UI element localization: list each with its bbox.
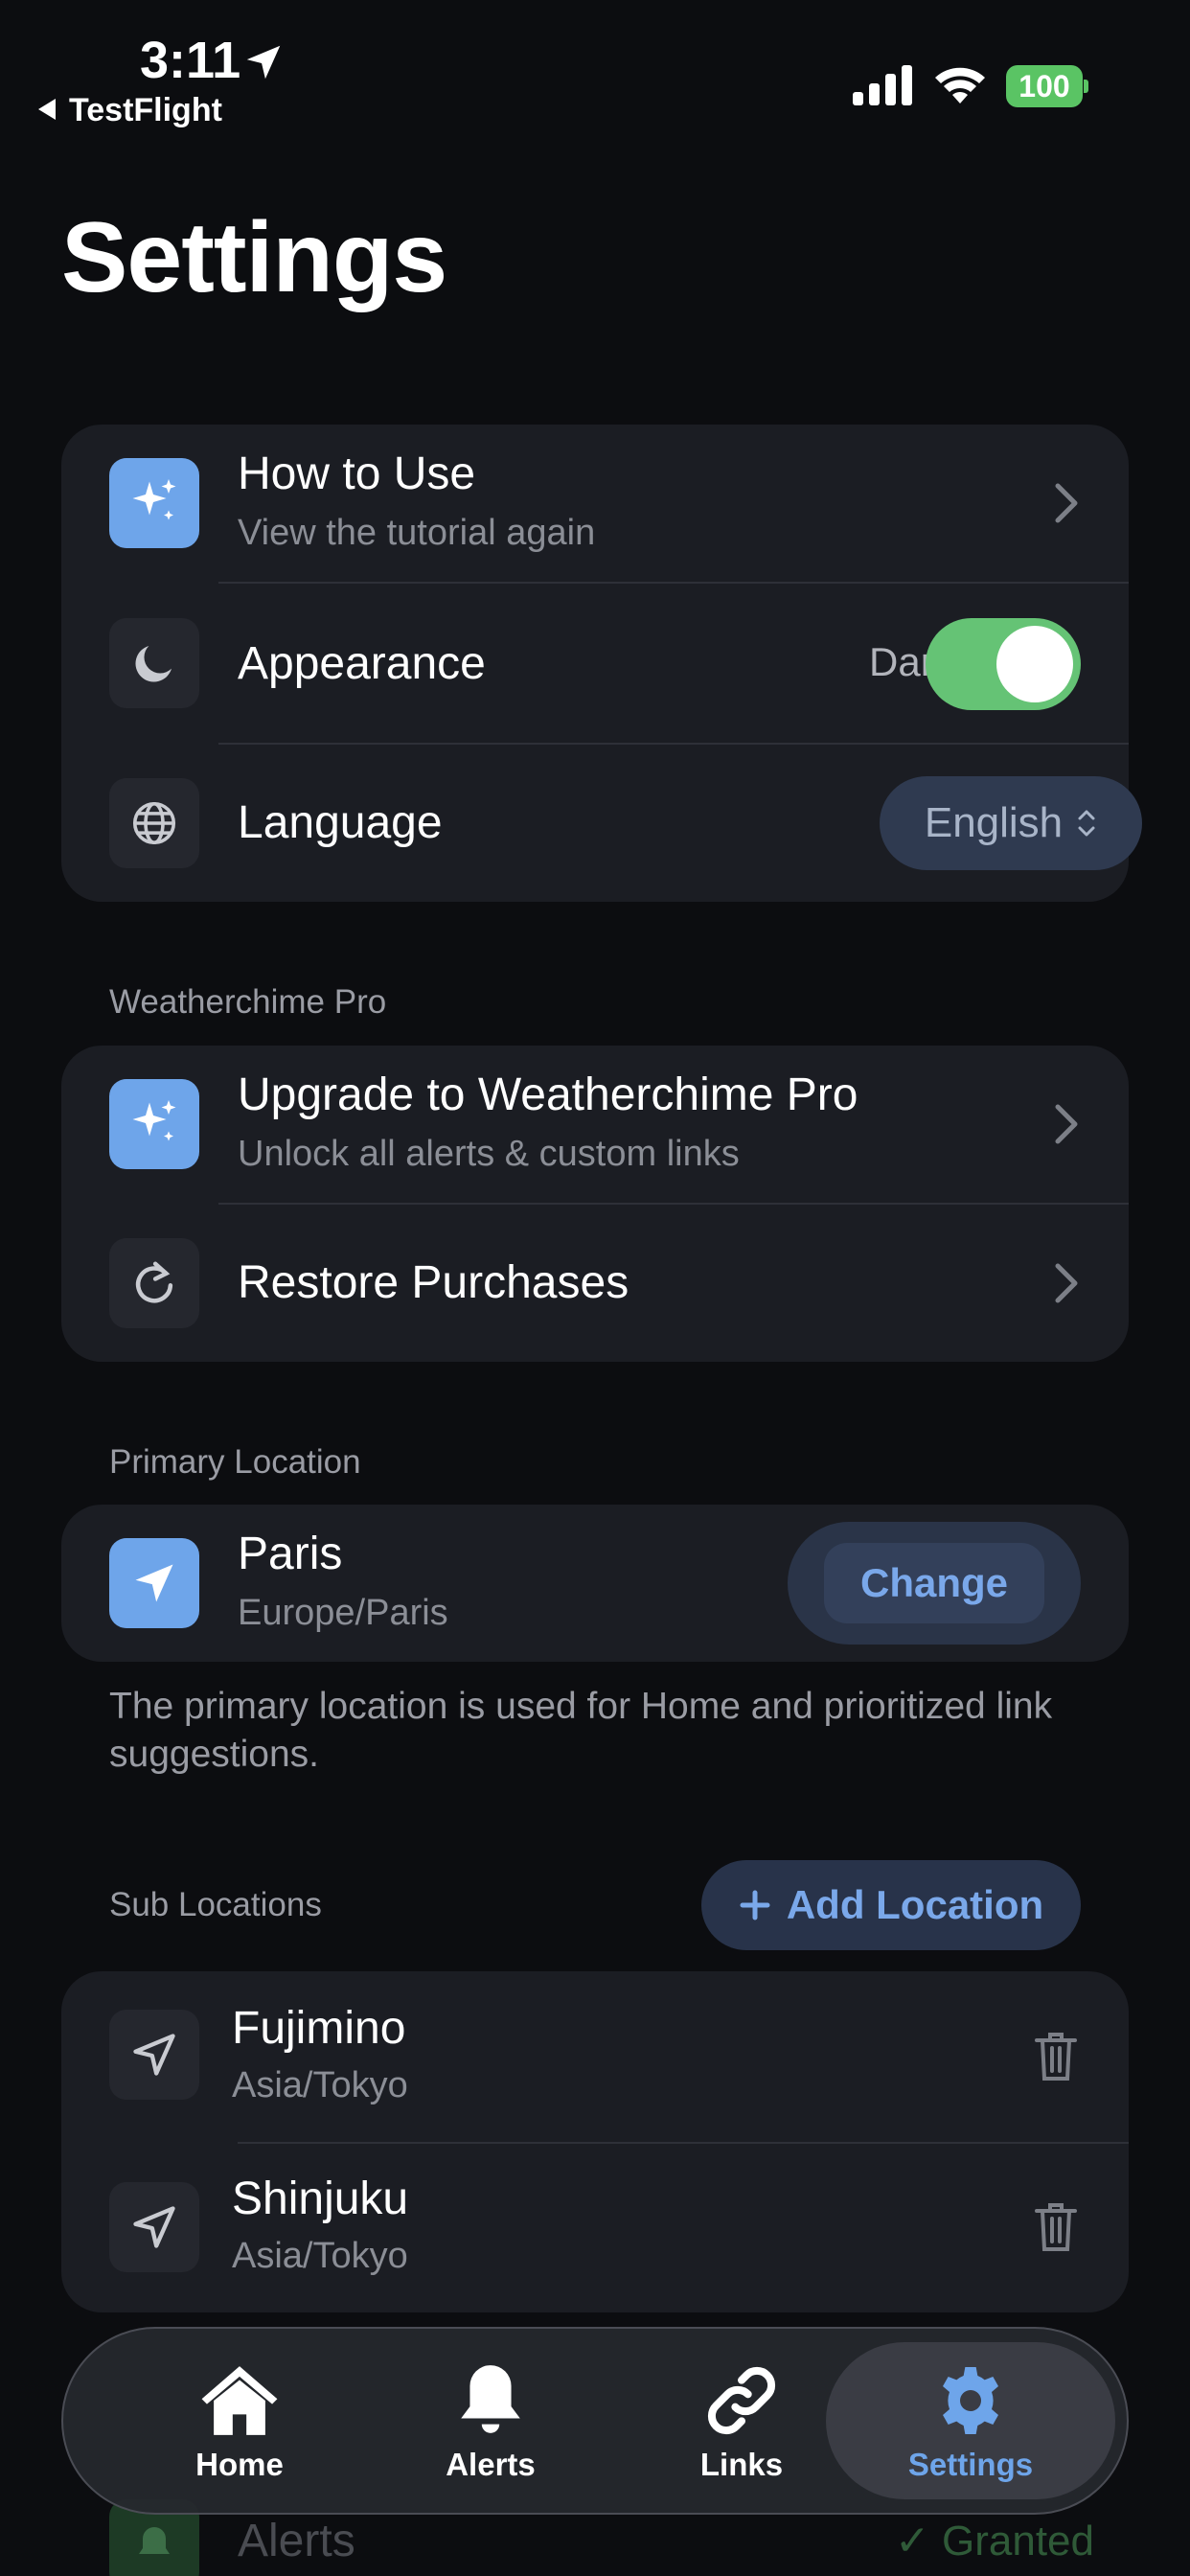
restore-arrow-icon <box>109 1238 199 1328</box>
language-row: Language English <box>61 745 1142 902</box>
location-arrow-icon <box>246 45 281 80</box>
sub-locations-card: Fujimino Asia/Tokyo Shinjuku Asia/Tokyo <box>61 1971 1129 2312</box>
change-location-button[interactable]: Change <box>824 1543 1044 1623</box>
status-time: 3:11 <box>140 32 241 89</box>
globe-icon <box>109 778 199 868</box>
pro-card: Upgrade to Weatherchime Pro Unlock all a… <box>61 1046 1129 1362</box>
alerts-permission-status: ✓ Granted <box>894 2518 1094 2564</box>
appearance-title: Appearance <box>238 638 486 689</box>
upgrade-title: Upgrade to Weatherchime Pro <box>238 1070 858 1120</box>
bell-icon <box>461 2365 520 2433</box>
sub-location-row[interactable]: Fujimino Asia/Tokyo <box>61 1971 1129 2142</box>
how-to-use-row[interactable]: How to Use View the tutorial again <box>61 425 1129 582</box>
how-to-use-title: How to Use <box>238 448 476 499</box>
plus-icon <box>740 1890 770 1920</box>
page-title: Settings <box>61 202 447 313</box>
sparkles-icon <box>109 458 199 548</box>
primary-location-name: Paris <box>238 1529 343 1579</box>
how-to-use-subtitle: View the tutorial again <box>238 513 596 553</box>
add-location-label: Add Location <box>786 1882 1044 1927</box>
gear-icon <box>943 2367 998 2434</box>
back-to-testflight[interactable]: TestFlight <box>38 92 222 129</box>
tab-links[interactable]: Links <box>646 2329 837 2517</box>
chevron-up-down-icon <box>1078 810 1095 837</box>
location-arrow-outline-icon <box>109 2182 199 2272</box>
trash-icon[interactable] <box>1033 2029 1079 2082</box>
tab-settings-label: Settings <box>907 2447 1034 2482</box>
moon-icon <box>109 618 199 708</box>
primary-location-note: The primary location is used for Home an… <box>109 1686 1053 1775</box>
appearance-row: Appearance Dark <box>61 584 1129 743</box>
language-picker[interactable]: English <box>880 776 1142 870</box>
sparkles-icon <box>109 1079 199 1169</box>
house-icon <box>201 2366 278 2435</box>
sub-locations-section-label: Sub Locations <box>109 1886 322 1923</box>
trash-icon[interactable] <box>1033 2199 1079 2253</box>
language-value: English <box>924 799 1064 846</box>
tab-home[interactable]: Home <box>144 2329 335 2517</box>
sub-location-timezone: Asia/Tokyo <box>232 2065 408 2105</box>
sub-location-row[interactable]: Shinjuku Asia/Tokyo <box>61 2144 1129 2312</box>
tab-alerts-label: Alerts <box>446 2447 536 2482</box>
cellular-signal-icon <box>853 65 912 105</box>
battery-indicator: 100 <box>1006 65 1088 107</box>
wifi-icon <box>935 67 985 104</box>
tab-links-label: Links <box>699 2447 784 2482</box>
pro-section-label: Weatherchime Pro <box>109 983 387 1021</box>
primary-location-timezone: Europe/Paris <box>238 1593 448 1633</box>
chevron-right-icon <box>1055 1263 1078 1303</box>
sub-location-name: Shinjuku <box>232 2174 409 2224</box>
sub-location-timezone: Asia/Tokyo <box>232 2236 408 2276</box>
change-location-wrapper: Change <box>788 1522 1081 1644</box>
language-title: Language <box>238 797 443 848</box>
chevron-right-icon <box>1055 483 1078 523</box>
alerts-permission-title: Alerts <box>238 2516 355 2566</box>
sub-location-name: Fujimino <box>232 2003 406 2054</box>
tab-settings[interactable]: Settings <box>875 2329 1066 2517</box>
link-icon <box>707 2366 776 2435</box>
tab-alerts[interactable]: Alerts <box>395 2329 586 2517</box>
general-settings-card: How to Use View the tutorial again Appea… <box>61 425 1142 902</box>
add-location-button[interactable]: Add Location <box>701 1860 1081 1950</box>
restore-title: Restore Purchases <box>238 1257 629 1308</box>
back-triangle-icon <box>38 99 56 120</box>
tab-bar: Home Alerts Links Settings <box>61 2327 1129 2515</box>
chevron-right-icon <box>1055 1104 1078 1144</box>
upgrade-row[interactable]: Upgrade to Weatherchime Pro Unlock all a… <box>61 1046 1129 1203</box>
primary-location-card: Paris Europe/Paris Change <box>61 1505 1129 1662</box>
location-arrow-icon <box>109 1538 199 1628</box>
appearance-toggle[interactable] <box>926 618 1081 710</box>
primary-location-section-label: Primary Location <box>109 1443 361 1481</box>
location-arrow-outline-icon <box>109 2010 199 2100</box>
upgrade-subtitle: Unlock all alerts & custom links <box>238 1134 740 1174</box>
restore-purchases-row[interactable]: Restore Purchases <box>61 1205 1129 1362</box>
tab-home-label: Home <box>195 2447 284 2482</box>
